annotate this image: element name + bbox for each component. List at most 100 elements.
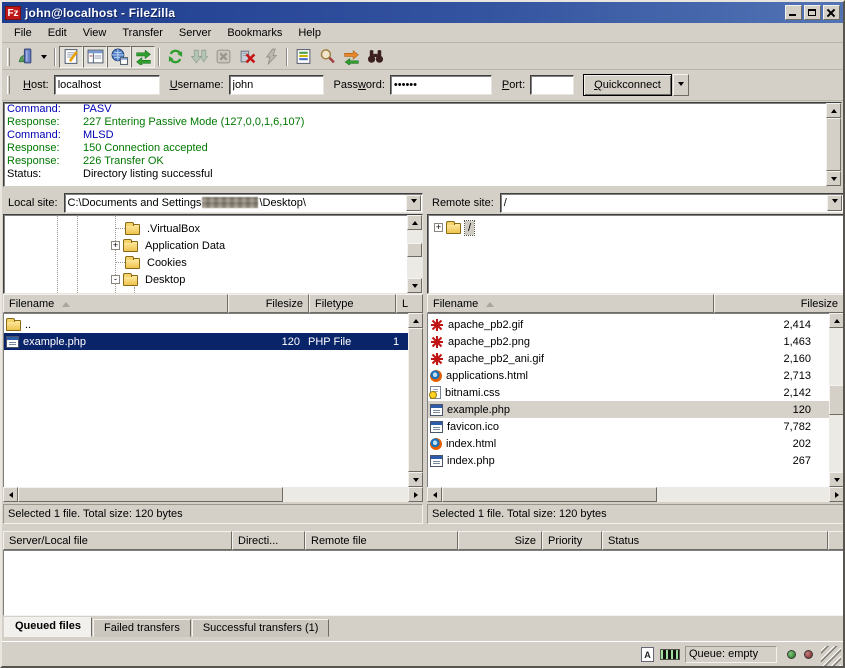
scroll-up-icon xyxy=(412,218,418,225)
site-manager-button[interactable] xyxy=(13,46,37,68)
queue-list xyxy=(3,550,844,616)
scroll-left-icon xyxy=(6,492,13,498)
toggle-message-log-button[interactable] xyxy=(59,46,83,68)
file-row-example-php[interactable]: example.php 120 PHP File 1 xyxy=(4,333,408,350)
password-input[interactable] xyxy=(390,75,492,95)
toggle-local-tree-button[interactable] xyxy=(83,46,107,68)
column-header-priority[interactable]: Priority xyxy=(542,531,602,550)
file-row[interactable]: index.html 202 xyxy=(428,435,829,452)
host-input[interactable] xyxy=(54,75,160,95)
local-list-hscrollbar[interactable] xyxy=(3,487,423,502)
status-bar: A Queue: empty xyxy=(2,641,843,666)
file-row[interactable]: apache_pb2.gif 2,414 xyxy=(428,316,829,333)
tab-queued-files[interactable]: Queued files xyxy=(4,617,92,637)
expand-icon[interactable]: + xyxy=(434,223,443,232)
toggle-transfer-queue-button[interactable] xyxy=(131,46,155,68)
file-row-parent-dir[interactable]: .. xyxy=(4,316,408,333)
column-header-lastmodified[interactable]: L xyxy=(396,294,423,313)
folder-icon xyxy=(446,223,461,234)
remote-list-hscrollbar[interactable] xyxy=(427,487,844,502)
local-list-vscrollbar[interactable] xyxy=(408,313,423,487)
menu-bookmarks[interactable]: Bookmarks xyxy=(219,25,290,41)
quickconnect-bar: Host: Username: Password: Port: Quickcon… xyxy=(2,70,843,101)
dropdown-arrow-icon xyxy=(678,82,684,89)
file-row[interactable]: apache_pb2.png 1,463 xyxy=(428,333,829,350)
remote-site-combo-button[interactable] xyxy=(827,195,842,211)
file-row[interactable]: bitnami.css 2,142 xyxy=(428,384,829,401)
tree-item-virtualbox[interactable]: .VirtualBox xyxy=(125,220,203,237)
toolbar xyxy=(2,44,843,70)
column-header-server-local-file[interactable]: Server/Local file xyxy=(3,531,232,550)
find-files-button[interactable] xyxy=(363,46,387,68)
local-directory-tree: .VirtualBox + Application Data Cookies -… xyxy=(3,214,423,294)
collapse-icon[interactable]: - xyxy=(111,275,120,284)
tree-item-cookies[interactable]: Cookies xyxy=(125,254,190,271)
tree-item-application-data[interactable]: + Application Data xyxy=(111,237,228,254)
column-header-filename[interactable]: Filename xyxy=(427,294,714,313)
local-tree-scrollbar[interactable] xyxy=(407,215,422,293)
remote-file-list: Filename Filesize apache_pb2.gif 2,414 a… xyxy=(427,294,844,502)
local-site-combo-button[interactable] xyxy=(406,195,421,211)
dropdown-arrow-icon xyxy=(832,199,838,206)
menu-server[interactable]: Server xyxy=(171,25,219,41)
filter-button[interactable] xyxy=(291,46,315,68)
column-header-direction[interactable]: Directi... xyxy=(232,531,305,550)
quickconnect-gripper[interactable] xyxy=(7,76,10,94)
remote-list-vscrollbar[interactable] xyxy=(829,313,844,487)
title-bar: Fz john@localhost - FileZilla xyxy=(2,2,843,23)
username-input[interactable] xyxy=(229,75,324,95)
remote-site-combo[interactable]: / xyxy=(500,193,844,213)
menu-edit[interactable]: Edit xyxy=(40,25,75,41)
menu-view[interactable]: View xyxy=(75,25,115,41)
refresh-button[interactable] xyxy=(163,46,187,68)
quickconnect-dropdown-button[interactable] xyxy=(673,74,689,96)
synchronized-browsing-button[interactable] xyxy=(339,46,363,68)
menu-transfer[interactable]: Transfer xyxy=(114,25,171,41)
tree-item-root[interactable]: + / xyxy=(434,219,474,236)
local-site-label: Local site: xyxy=(3,197,64,209)
file-row[interactable]: applications.html 2,713 xyxy=(428,367,829,384)
ascii-datatype-icon: A xyxy=(641,647,654,662)
file-row[interactable]: index.php 267 xyxy=(428,452,829,469)
username-label: Username: xyxy=(170,79,224,91)
menu-file[interactable]: File xyxy=(6,25,40,41)
column-header-size[interactable]: Size xyxy=(458,531,542,550)
maximize-button[interactable] xyxy=(804,5,821,20)
log-scrollbar[interactable] xyxy=(826,103,841,186)
tab-successful-transfers[interactable]: Successful transfers (1) xyxy=(192,619,330,637)
disconnect-button[interactable] xyxy=(235,46,259,68)
process-queue-button[interactable] xyxy=(187,46,211,68)
column-header-filesize[interactable]: Filesize xyxy=(228,294,309,313)
message-log: Command:PASV Response:227 Entering Passi… xyxy=(3,102,842,187)
tab-failed-transfers[interactable]: Failed transfers xyxy=(93,619,191,637)
local-site-combo[interactable]: C:\Documents and Settings\Desktop\ xyxy=(64,193,423,213)
quickconnect-button[interactable]: Quickconnect xyxy=(583,74,672,96)
site-manager-dropdown-button[interactable] xyxy=(37,46,51,68)
column-header-remote-file[interactable]: Remote file xyxy=(305,531,458,550)
column-header-filetype[interactable]: Filetype xyxy=(309,294,396,313)
resize-grip[interactable] xyxy=(821,646,841,666)
column-header-status[interactable]: Status xyxy=(602,531,828,550)
file-row-selected[interactable]: example.php 120 xyxy=(428,401,829,418)
toolbar-gripper[interactable] xyxy=(7,48,10,66)
expand-icon[interactable]: + xyxy=(111,241,120,250)
php-file-icon xyxy=(430,404,443,416)
menu-bar: File Edit View Transfer Server Bookmarks… xyxy=(2,23,843,43)
file-row[interactable]: apache_pb2_ani.gif 2,160 xyxy=(428,350,829,367)
cancel-button[interactable] xyxy=(211,46,235,68)
column-header-filesize[interactable]: Filesize xyxy=(714,294,844,313)
message-log-icon xyxy=(63,48,80,65)
minimize-button[interactable] xyxy=(785,5,802,20)
css-file-icon xyxy=(430,386,441,399)
toggle-remote-tree-button[interactable] xyxy=(107,46,131,68)
file-row[interactable]: favicon.ico 7,782 xyxy=(428,418,829,435)
tree-item-desktop[interactable]: - Desktop xyxy=(111,271,188,288)
column-header-filename[interactable]: Filename xyxy=(3,294,228,313)
port-input[interactable] xyxy=(530,75,574,95)
directory-comparison-button[interactable] xyxy=(315,46,339,68)
html-file-icon xyxy=(430,438,442,450)
reconnect-button[interactable] xyxy=(259,46,283,68)
close-button[interactable] xyxy=(823,5,840,20)
menu-help[interactable]: Help xyxy=(290,25,329,41)
cancel-icon xyxy=(215,48,232,65)
